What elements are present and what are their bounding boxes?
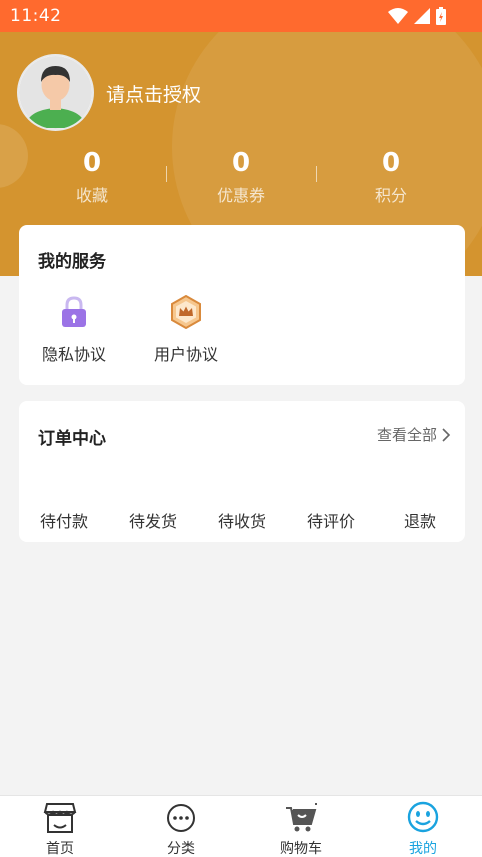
order-label: 待付款 <box>39 512 88 531</box>
wifi-icon <box>388 8 408 24</box>
order-pending-shipment[interactable]: 待发货 <box>108 508 198 532</box>
service-privacy-policy[interactable]: 隐私协议 <box>29 295 119 365</box>
chat-dots-icon <box>167 804 195 832</box>
tab-cart[interactable]: 购物车 <box>251 800 351 857</box>
orders-card: 订单中心 查看全部 待付款 待发货 待收货 待评价 退款 <box>19 401 465 542</box>
tab-label: 购物车 <box>280 841 322 857</box>
status-bar: 11:42 <box>0 0 482 32</box>
bottom-tab-bar: 首页 分类 购物车 我的 <box>0 795 482 857</box>
stat-points[interactable]: 0 积分 <box>331 146 451 206</box>
tab-home[interactable]: 首页 <box>10 800 110 857</box>
service-user-agreement[interactable]: 用户协议 <box>141 294 231 365</box>
services-title: 我的服务 <box>38 252 106 272</box>
view-all-orders-link[interactable]: 查看全部 <box>377 424 451 445</box>
tab-label: 分类 <box>167 841 195 857</box>
order-label: 待收货 <box>217 512 266 531</box>
avatar[interactable] <box>17 54 94 131</box>
signal-icon <box>414 8 430 24</box>
tab-label: 首页 <box>46 841 74 857</box>
tab-mine[interactable]: 我的 <box>373 800 473 857</box>
avatar-person-icon <box>19 56 92 129</box>
order-pending-receipt[interactable]: 待收货 <box>197 508 287 532</box>
stat-value: 0 <box>82 148 102 178</box>
shop-icon <box>43 803 77 833</box>
order-label: 退款 <box>403 512 436 531</box>
crown-badge-icon <box>171 294 201 330</box>
stat-label: 积分 <box>374 186 407 205</box>
divider <box>316 166 317 182</box>
stat-coupons[interactable]: 0 优惠券 <box>181 146 301 206</box>
divider <box>166 166 167 182</box>
cart-icon <box>286 803 317 832</box>
lock-icon <box>62 296 86 327</box>
stat-value: 0 <box>231 148 251 178</box>
face-icon <box>407 801 439 833</box>
battery-icon <box>436 7 446 25</box>
order-refund[interactable]: 退款 <box>375 508 465 532</box>
order-pending-review[interactable]: 待评价 <box>286 508 376 532</box>
tab-label: 我的 <box>409 841 437 857</box>
tab-category[interactable]: 分类 <box>131 800 231 857</box>
order-label: 待发货 <box>128 512 177 531</box>
service-label: 隐私协议 <box>41 345 106 364</box>
order-pending-payment[interactable]: 待付款 <box>19 508 109 532</box>
status-time: 11:42 <box>10 6 62 26</box>
stat-value: 0 <box>381 148 401 178</box>
chevron-right-icon <box>442 427 451 442</box>
view-all-label: 查看全部 <box>376 426 437 444</box>
status-icons <box>388 7 446 25</box>
orders-title: 订单中心 <box>38 429 106 449</box>
order-label: 待评价 <box>306 512 355 531</box>
services-card: 我的服务 隐私协议 用户协议 <box>19 225 465 385</box>
stat-label: 优惠券 <box>216 186 265 205</box>
stat-label: 收藏 <box>75 186 108 205</box>
stat-favorites[interactable]: 0 收藏 <box>32 146 152 206</box>
decorative-circle <box>0 124 28 188</box>
service-label: 用户协议 <box>153 345 218 364</box>
authorize-login-text[interactable]: 请点击授权 <box>106 80 201 107</box>
